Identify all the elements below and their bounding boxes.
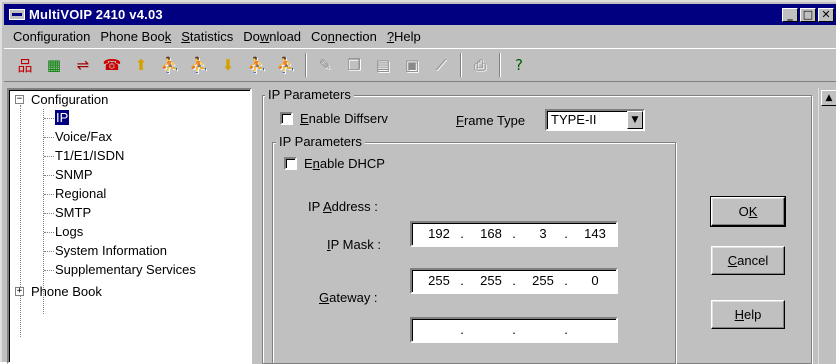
link-icon[interactable]: ⇌ — [72, 54, 94, 76]
download-icon[interactable]: ⬇ — [217, 54, 239, 76]
tree-line — [44, 118, 54, 119]
collapse-configuration-icon[interactable]: − — [15, 95, 24, 104]
cancel-button[interactable]: Cancel — [711, 246, 785, 275]
tree-line — [44, 270, 54, 271]
gateway-field[interactable]: ... — [410, 317, 618, 343]
tree-item-ip-label: IP — [55, 110, 70, 125]
expand-phone-book-icon[interactable]: + — [15, 287, 24, 296]
help-button[interactable]: Help — [711, 300, 785, 329]
toolbar-separator — [305, 53, 307, 77]
ip-address-field[interactable]: 192. 168. 3. 143 — [410, 221, 618, 247]
tree-item-configuration[interactable]: Configuration — [31, 90, 108, 109]
tree-line — [44, 232, 54, 233]
person-alt-icon: ⛹ — [189, 56, 209, 74]
tree-item-regional[interactable]: Regional — [55, 184, 106, 203]
ip-dot: . — [564, 226, 568, 241]
document-icon: ▤ — [375, 56, 391, 74]
person3-icon: ⛹ — [276, 56, 296, 74]
menu-item[interactable]: Phone Book — [95, 29, 176, 44]
tree-line — [20, 105, 21, 337]
tree-line — [44, 194, 54, 195]
tree-line — [44, 175, 54, 176]
network-icon[interactable]: 品 — [14, 54, 36, 76]
toolbar: 品 ▦ ⇌ ☎ ⬆ ⛹ ⛹ ⬇ ⛹ ⛹ ✎ ❐ ▤ ▣ ⟋ ⎙? — [4, 48, 836, 82]
tree-item-supplementary-services[interactable]: Supplementary Services — [55, 260, 196, 279]
print-icon: ⎙ — [473, 56, 486, 74]
graph-icon: ⟋ — [435, 56, 447, 74]
menu-item[interactable]: Statistics — [176, 29, 238, 44]
tree-line — [44, 213, 54, 214]
enable-dhcp-checkbox[interactable] — [284, 157, 297, 170]
scroll-up-icon[interactable]: ▲ — [821, 90, 836, 106]
ip-octet[interactable]: 255 — [526, 270, 560, 292]
gateway-label: Gateway : — [319, 290, 378, 305]
close-button[interactable]: ✕ — [818, 7, 834, 22]
title-bar: MultiVOIP 2410 v4.03 _ □ ✕ — [4, 4, 836, 25]
enable-diffserv-checkbox[interactable] — [280, 112, 293, 125]
ip-dot: . — [564, 322, 568, 337]
help-icon[interactable]: ? — [508, 54, 530, 76]
outer-group-title: IP Parameters — [265, 88, 354, 102]
tree-item-smtp[interactable]: SMTP — [55, 203, 91, 222]
ip-parameters-panel: IP Parameters Enable Diffserv Frame Type… — [258, 88, 818, 364]
upload-icon[interactable]: ⬆ — [130, 54, 152, 76]
frame-type-value: TYPE-II — [551, 112, 597, 127]
ip-dot: . — [460, 226, 464, 241]
minimize-button[interactable]: _ — [782, 7, 798, 22]
ip-dot: . — [460, 322, 464, 337]
enable-dhcp-label[interactable]: Enable DHCP — [304, 156, 385, 172]
menu-item[interactable]: Download — [238, 29, 306, 44]
ok-button[interactable]: OK — [710, 196, 786, 227]
tree-item-snmp[interactable]: SNMP — [55, 165, 93, 184]
ip-dot: . — [512, 273, 516, 288]
tree-item-t1-e1-isdn[interactable]: T1/E1/ISDN — [55, 146, 124, 165]
menu-item[interactable]: Configuration — [8, 29, 95, 44]
tree-item-logs[interactable]: Logs — [55, 222, 83, 241]
app-window: MultiVOIP 2410 v4.03 _ □ ✕ Configuration… — [0, 0, 836, 364]
maximize-button[interactable]: □ — [800, 7, 816, 22]
vertical-scrollbar[interactable]: ▲ — [818, 88, 836, 364]
app-icon — [9, 9, 25, 20]
ip-dot: . — [512, 226, 516, 241]
ip-mask-field[interactable]: 255. 255. 255. 0 — [410, 268, 618, 294]
tree-item-ip[interactable]: IP — [55, 108, 70, 127]
ip-mask-label: IP Mask : — [327, 237, 381, 252]
ip-octet[interactable]: 143 — [578, 223, 612, 245]
phone-icon[interactable]: ☎ — [101, 54, 123, 76]
menu-item[interactable]: ?Help — [382, 29, 426, 44]
ip-octet[interactable]: 192 — [422, 223, 456, 245]
inner-group-title: IP Parameters — [276, 135, 365, 149]
ip-address-label: IP Address : — [308, 199, 378, 214]
frame-type-label: Frame Type — [456, 113, 526, 128]
tree-line — [44, 156, 54, 157]
board-icon[interactable]: ▦ — [43, 54, 65, 76]
tree-item-voice-fax[interactable]: Voice/Fax — [55, 127, 112, 146]
monitor-icon: ▣ — [404, 56, 420, 74]
toolbar-separator — [460, 53, 462, 77]
ip-octet[interactable]: 255 — [422, 270, 456, 292]
ip-octet[interactable]: 255 — [474, 270, 508, 292]
tree-item-phone-book[interactable]: Phone Book — [31, 282, 102, 301]
frame-type-select[interactable]: TYPE-II ▼ — [545, 109, 645, 131]
config-tree[interactable]: − Configuration IP Voice/Fax T1/E1/ISDN … — [7, 88, 252, 364]
tree-line — [44, 251, 54, 252]
pen-icon: ✎ — [318, 56, 332, 74]
menu-bar: Configuration Phone Book Statistics Downloa… — [4, 26, 836, 46]
ip-dot: . — [564, 273, 568, 288]
ip-octet[interactable]: 168 — [474, 223, 508, 245]
ip-octet[interactable]: 3 — [526, 223, 560, 245]
menu-item[interactable]: Connection — [306, 29, 382, 44]
enable-diffserv-label[interactable]: Enable Diffserv — [300, 111, 388, 127]
person2-icon: ⛹ — [247, 56, 267, 74]
ip-dot: . — [460, 273, 464, 288]
tree-line — [44, 137, 54, 138]
ip-octet[interactable]: 0 — [578, 270, 612, 292]
window-title: MultiVOIP 2410 v4.03 — [29, 7, 163, 22]
toolbar-separator — [499, 53, 501, 77]
tree-item-system-information[interactable]: System Information — [55, 241, 167, 260]
ip-dot: . — [512, 322, 516, 337]
copy-icon: ❐ — [347, 56, 361, 74]
dropdown-arrow-icon[interactable]: ▼ — [627, 111, 643, 129]
person-icon: ⛹ — [160, 56, 180, 74]
